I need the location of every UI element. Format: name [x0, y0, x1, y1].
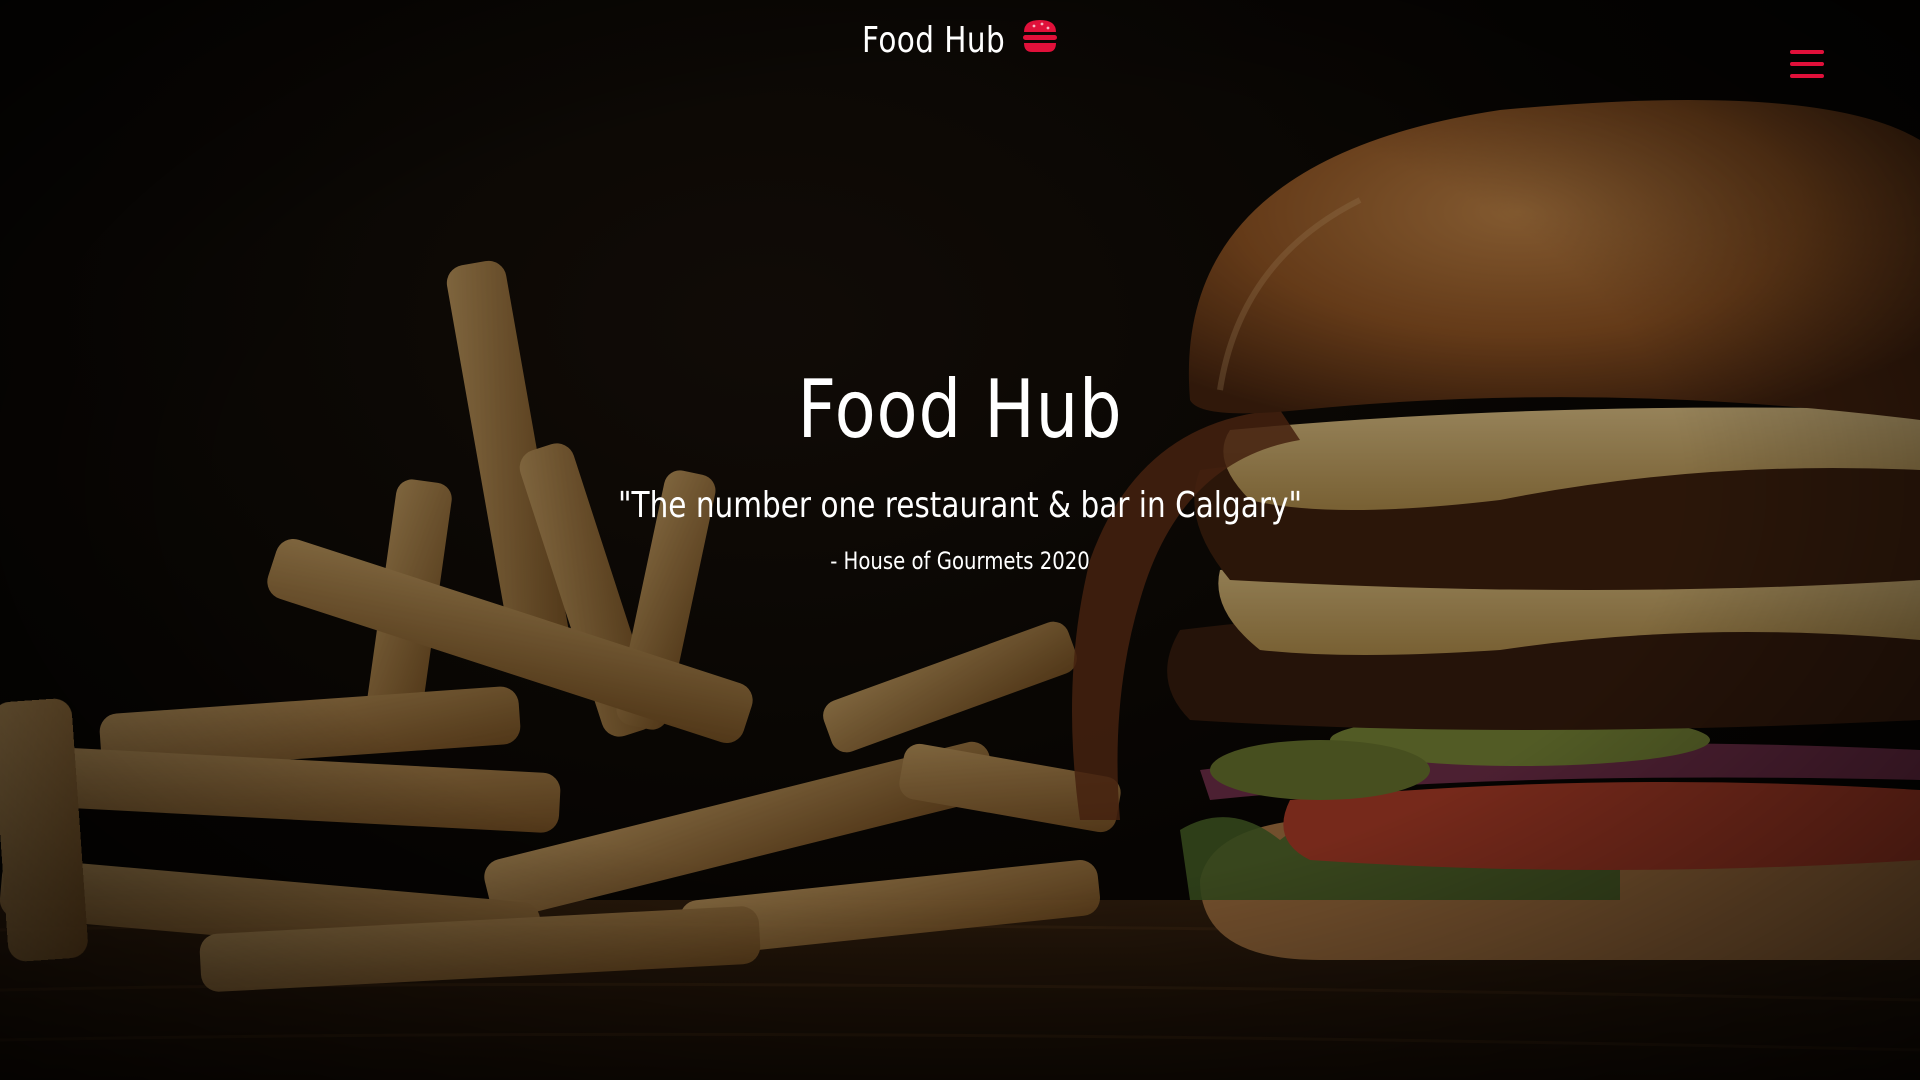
menu-icon-bar — [1790, 62, 1824, 66]
menu-icon-bar — [1790, 50, 1824, 54]
hero-content: Food Hub "The number one restaurant & ba… — [0, 360, 1920, 576]
hero-quote-source: - House of Gourmets 2020 — [830, 547, 1090, 575]
navbar: Food Hub — [0, 0, 1920, 100]
brand-name: Food Hub — [862, 20, 1006, 61]
hero-title: Food Hub — [797, 363, 1123, 456]
brand-logo-link[interactable]: Food Hub — [862, 19, 1060, 61]
hero-quote: "The number one restaurant & bar in Calg… — [617, 485, 1303, 526]
menu-toggle-button[interactable] — [1790, 50, 1824, 84]
hamburger-icon — [1023, 19, 1057, 52]
hero-section: Food Hub Food Hub "The number one restau… — [0, 0, 1920, 1080]
menu-icon-bar — [1790, 74, 1824, 78]
